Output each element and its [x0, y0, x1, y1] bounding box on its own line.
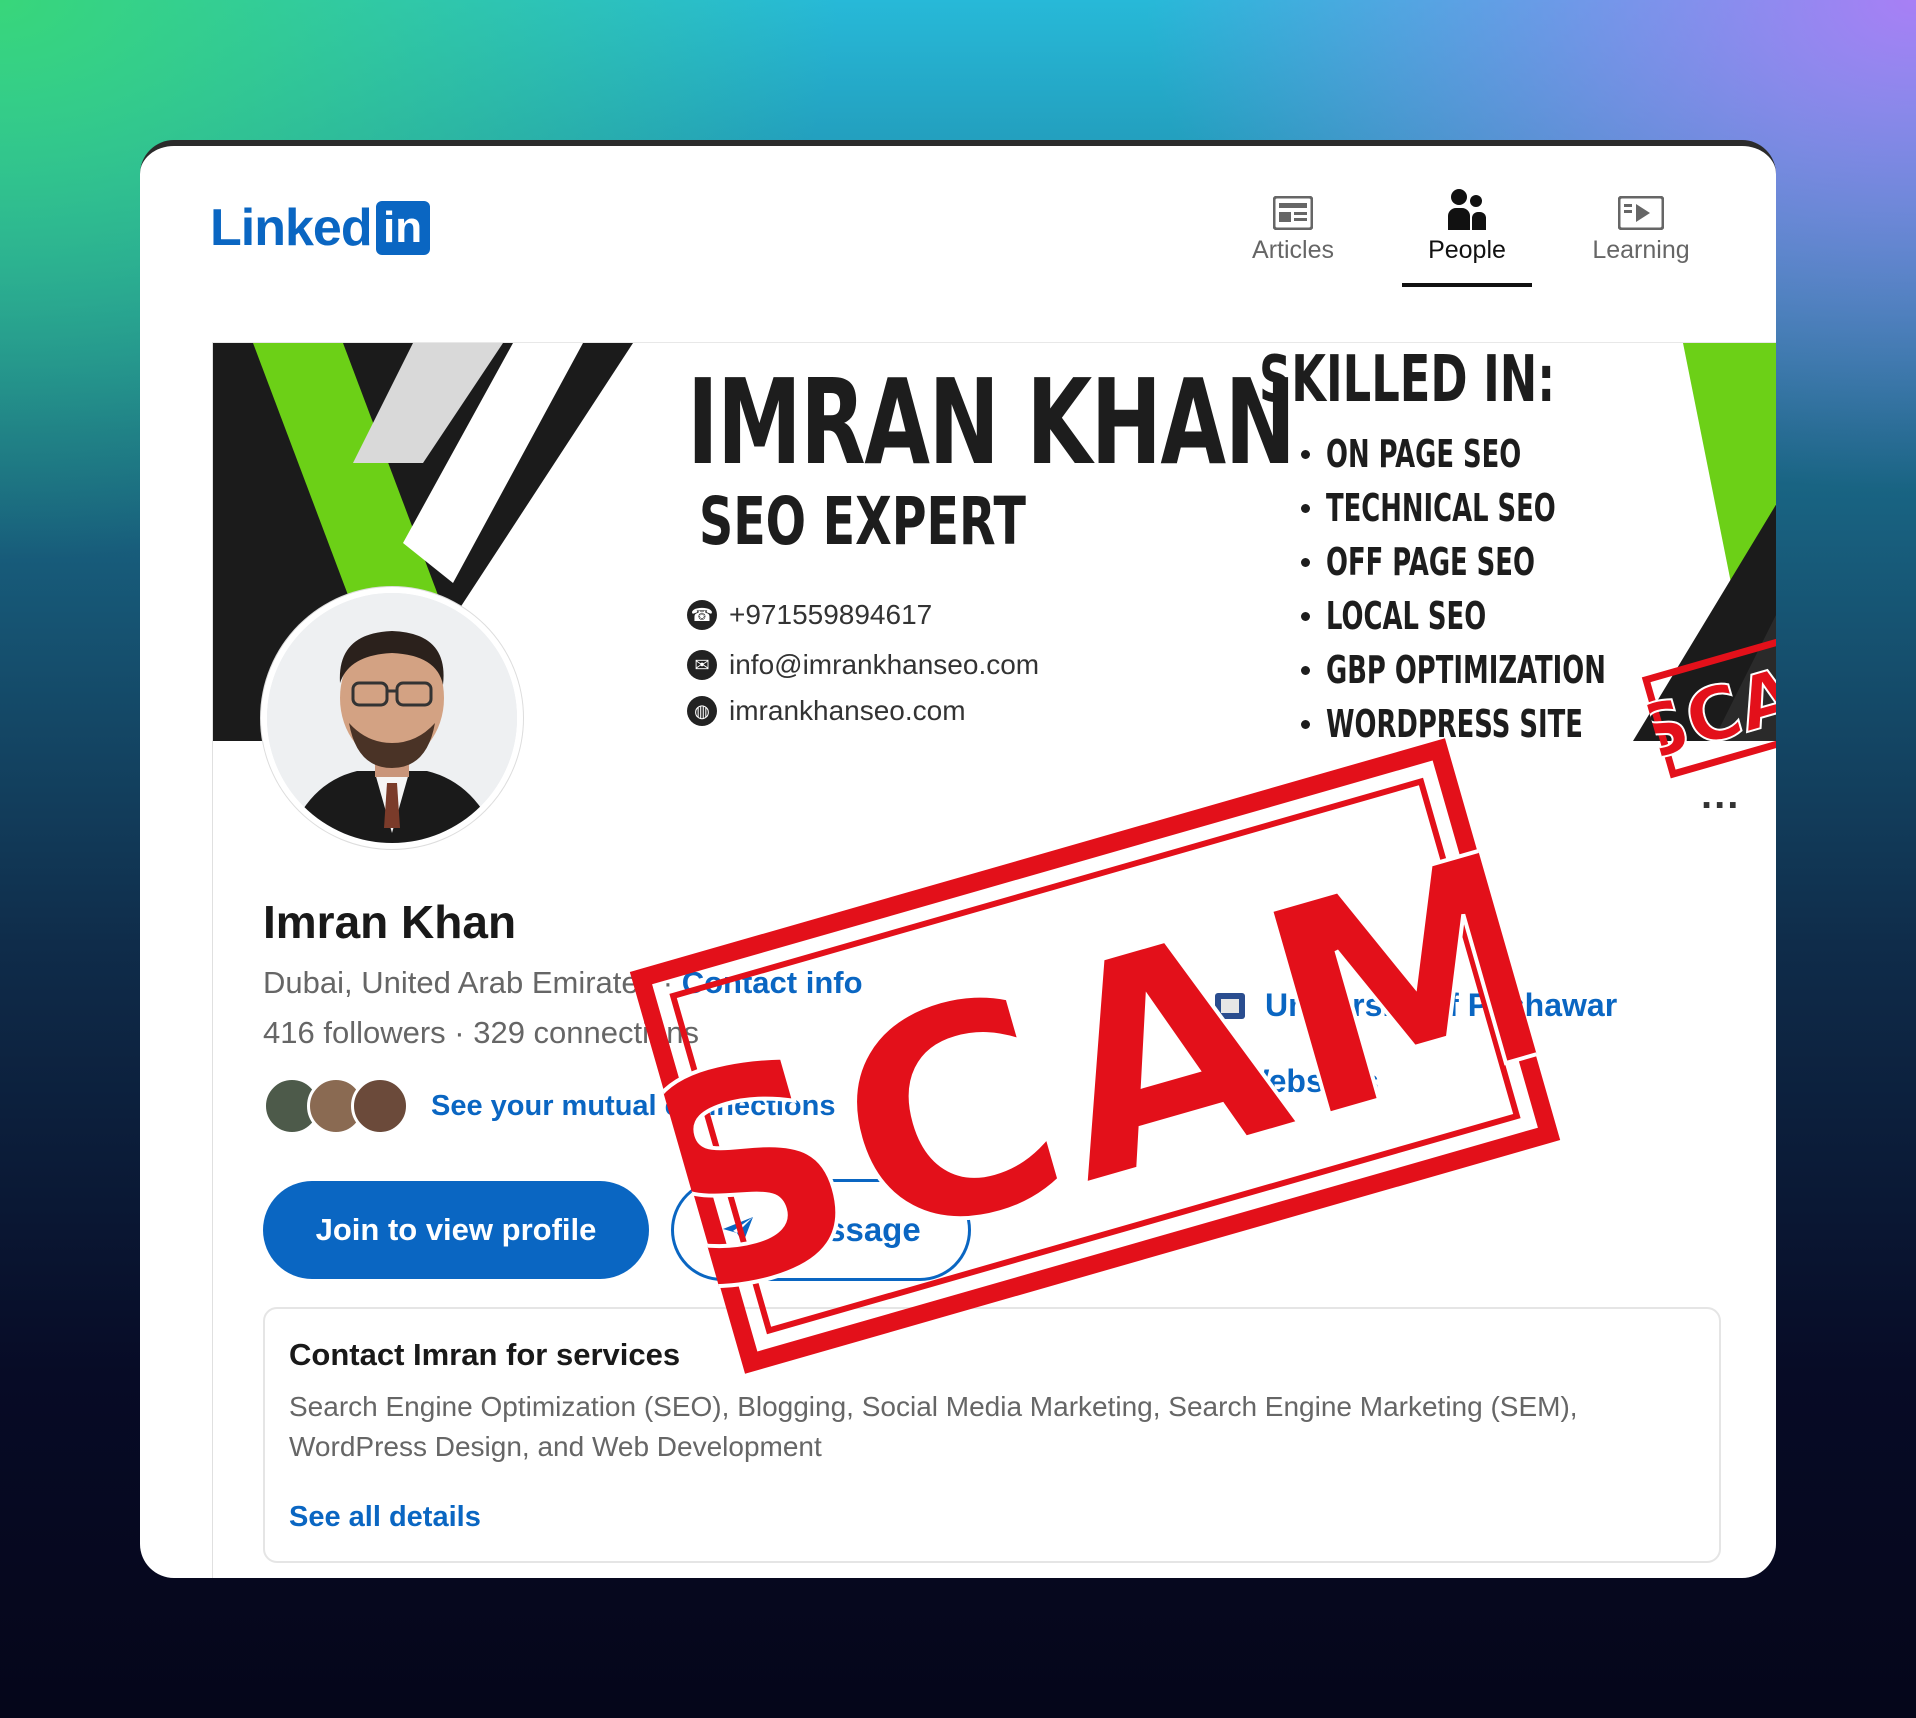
- mail-icon: ✉: [687, 650, 717, 680]
- banner-email-text: info@imrankhanseo.com: [729, 649, 1040, 680]
- connections-count: 329 connections: [473, 1015, 699, 1050]
- logo-box: in: [375, 201, 430, 255]
- education-link: University of Peshawar: [1265, 987, 1618, 1023]
- profile-location-line: Dubai, United Arab Emirates · Contact in…: [263, 965, 863, 1001]
- linkedin-profile-card: Linked in Articles People Learning IMRAN…: [140, 140, 1776, 1578]
- skill-item: LOCAL SEO: [1301, 589, 1738, 643]
- services-card: Contact Imran for services Search Engine…: [263, 1307, 1721, 1563]
- skills-list: ON PAGE SEO TECHNICAL SEO OFF PAGE SEO L…: [1301, 427, 1738, 741]
- join-to-view-profile-button[interactable]: Join to view profile: [263, 1181, 649, 1279]
- message-button-label: Message: [781, 1211, 921, 1248]
- skill-item: WORDPRESS SITE: [1301, 697, 1738, 741]
- separator-dot: ·: [662, 965, 682, 1000]
- services-list: Search Engine Optimization (SEO), Bloggi…: [289, 1391, 1578, 1462]
- services-heading: Contact Imran for services: [289, 1337, 681, 1372]
- see-all-details-link[interactable]: See all details: [289, 1501, 481, 1534]
- skill-item: ON PAGE SEO: [1301, 427, 1738, 481]
- phone-icon: ☎: [687, 600, 717, 630]
- message-button[interactable]: Message: [671, 1179, 971, 1281]
- nav-learning[interactable]: Learning: [1576, 182, 1706, 287]
- banner-website: ◍ imrankhanseo.com: [687, 695, 966, 727]
- separator-dot: ·: [454, 1015, 474, 1050]
- mutual-connections-link[interactable]: See your mutual connections: [431, 1090, 835, 1123]
- banner-name: IMRAN KHAN: [687, 353, 1296, 491]
- skilled-title: SKILLED IN:: [1259, 343, 1556, 417]
- avatar[interactable]: [261, 587, 523, 849]
- banner-email: ✉ info@imrankhanseo.com: [687, 649, 1039, 681]
- profile-location: Dubai, United Arab Emirates: [263, 965, 655, 1000]
- nav-articles[interactable]: Articles: [1228, 182, 1358, 287]
- banner-phone: ☎ +971559894617: [687, 599, 932, 631]
- profile-stats: 416 followers · 329 connections: [263, 1015, 699, 1051]
- avatar-portrait: [267, 593, 517, 843]
- nav-articles-label: Articles: [1252, 236, 1334, 264]
- mutual-avatar: [351, 1077, 409, 1135]
- top-nav: Articles People Learning: [1228, 182, 1706, 287]
- logo-text: Linked: [210, 199, 373, 257]
- education-item[interactable]: University of Peshawar: [1213, 987, 1617, 1024]
- nav-people[interactable]: People: [1402, 182, 1532, 287]
- banner-website-text: imrankhanseo.com: [729, 695, 966, 726]
- websites-link: Websites: [1239, 1062, 1379, 1099]
- contact-info-link[interactable]: Contact info: [682, 965, 863, 1000]
- mutual-connections: See your mutual connections: [263, 1077, 835, 1135]
- skill-item: GBP OPTIMIZATION: [1301, 643, 1738, 697]
- globe-icon: ◍: [687, 696, 717, 726]
- nav-people-label: People: [1428, 236, 1506, 264]
- websites-item[interactable]: Websites: [1173, 1061, 1379, 1101]
- mutual-avatars: [263, 1077, 409, 1135]
- send-icon: [723, 1217, 754, 1243]
- followers-count: 416 followers: [263, 1015, 446, 1050]
- banner-phone-text: +971559894617: [729, 599, 933, 630]
- skill-item: OFF PAGE SEO: [1301, 535, 1738, 589]
- linkedin-logo[interactable]: Linked in: [210, 198, 430, 258]
- profile-section: IMRAN KHAN SEO EXPERT ☎ +971559894617 ✉ …: [212, 342, 1776, 1578]
- banner-title: SEO EXPERT: [699, 483, 1026, 560]
- nav-learning-label: Learning: [1592, 236, 1690, 264]
- profile-name: Imran Khan: [263, 896, 517, 948]
- more-options-icon[interactable]: ...: [1701, 773, 1740, 818]
- people-icon: [1402, 182, 1532, 230]
- articles-icon: [1228, 182, 1358, 230]
- university-icon: [1215, 992, 1245, 1019]
- learning-icon: [1576, 182, 1706, 230]
- link-icon: [1175, 1068, 1211, 1092]
- skill-item: TECHNICAL SEO: [1301, 481, 1738, 535]
